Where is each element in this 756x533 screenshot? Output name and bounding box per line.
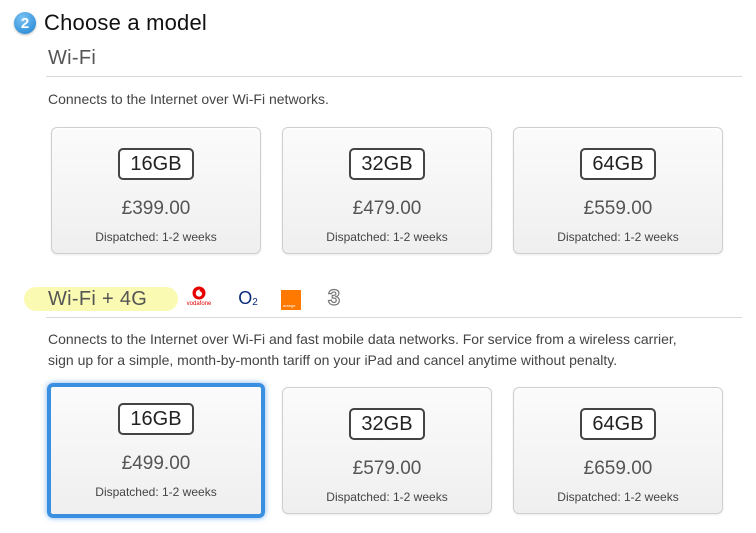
dispatch-info: Dispatched: 1-2 weeks [326, 230, 448, 244]
dispatch-info: Dispatched: 1-2 weeks [95, 485, 217, 499]
wifi-description: Connects to the Internet over Wi-Fi netw… [48, 91, 329, 107]
dispatch-info: Dispatched: 1-2 weeks [326, 490, 448, 504]
price: £579.00 [352, 458, 422, 479]
orange-logo: orange [281, 290, 301, 310]
wifi-32gb-card[interactable]: 32GB £479.00 Dispatched: 1-2 weeks [282, 127, 492, 254]
capacity-label: 16GB [118, 148, 194, 180]
cellular-64gb-card[interactable]: 64GB £659.00 Dispatched: 1-2 weeks [513, 387, 723, 514]
dispatch-info: Dispatched: 1-2 weeks [557, 490, 679, 504]
price: £399.00 [121, 198, 191, 219]
o2-letter: O [238, 287, 253, 308]
cellular-32gb-card[interactable]: 32GB £579.00 Dispatched: 1-2 weeks [282, 387, 492, 514]
cellular-description-line2: sign up for a simple, month-by-month tar… [48, 352, 618, 368]
step-title: Choose a model [44, 10, 208, 35]
step-number-badge: 2 [14, 12, 36, 34]
capacity-label: 64GB [580, 408, 656, 440]
cellular-description-line1: Connects to the Internet over Wi-Fi and … [48, 331, 677, 347]
price: £659.00 [583, 458, 653, 479]
three-logo: 3 [327, 284, 341, 310]
cellular-section-title: Wi-Fi + 4G [48, 288, 148, 310]
capacity-label: 16GB [118, 403, 194, 435]
vodafone-wordmark: vodafone [186, 301, 212, 307]
wifi-section-title: Wi-Fi [48, 47, 97, 69]
capacity-label: 32GB [349, 148, 425, 180]
vodafone-icon [192, 286, 206, 300]
capacity-label: 32GB [349, 408, 425, 440]
o2-subscript: 2 [252, 296, 258, 308]
o2-logo: O2 [236, 288, 260, 308]
price: £479.00 [352, 198, 422, 219]
dispatch-info: Dispatched: 1-2 weeks [557, 230, 679, 244]
dispatch-info: Dispatched: 1-2 weeks [95, 230, 217, 244]
vodafone-logo: vodafone [183, 286, 215, 307]
step-header: 2 Choose a model [14, 10, 207, 36]
cellular-16gb-card[interactable]: 16GB £499.00 Dispatched: 1-2 weeks [47, 383, 265, 518]
wifi-64gb-card[interactable]: 64GB £559.00 Dispatched: 1-2 weeks [513, 127, 723, 254]
price: £499.00 [121, 453, 191, 474]
capacity-label: 64GB [580, 148, 656, 180]
price: £559.00 [583, 198, 653, 219]
wifi-divider [46, 76, 742, 77]
orange-wordmark: orange [283, 303, 296, 308]
wifi-16gb-card[interactable]: 16GB £399.00 Dispatched: 1-2 weeks [51, 127, 261, 254]
cellular-divider [46, 317, 742, 318]
